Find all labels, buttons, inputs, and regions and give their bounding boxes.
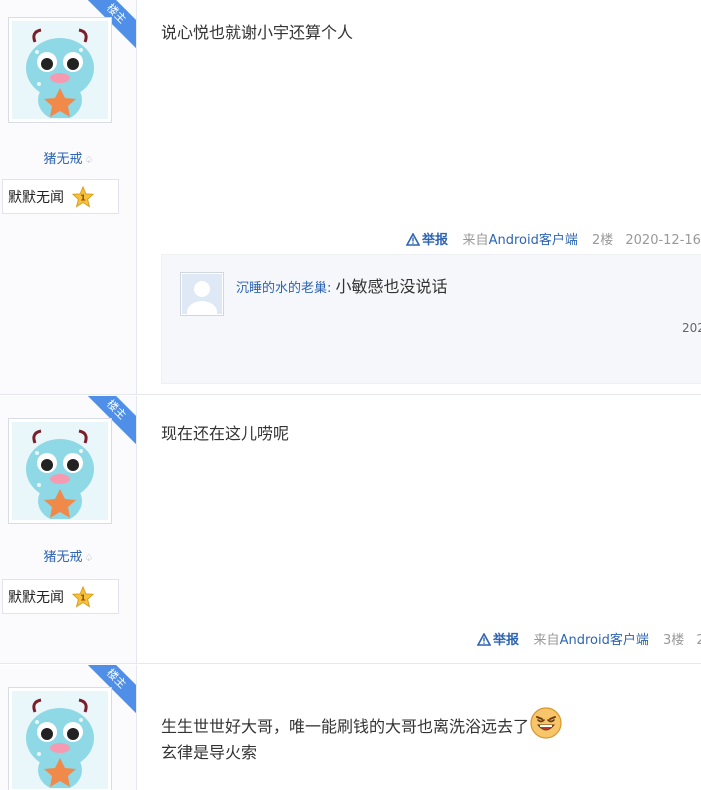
warning-icon (477, 633, 491, 646)
warning-icon (406, 233, 420, 246)
client-source: 来自Android客户端 (534, 633, 649, 648)
author-sidebar: 楼主 猪无戒 ♤ 默默无闻 1 (0, 396, 137, 663)
cartoon-avatar-icon (26, 28, 94, 118)
reply-time: 202 (682, 321, 701, 335)
reply-item: 沉睡的水的老巢: 小敏感也没说话 202 (180, 272, 701, 335)
report-label: 举报 (422, 233, 449, 248)
gender-icon: ♤ (84, 553, 94, 564)
gender-icon: ♤ (84, 155, 94, 166)
report-label: 举报 (493, 633, 520, 648)
post-text-line-1: 生生世世好大哥，唯一能刷钱的大哥也离洗浴远去了 (161, 717, 530, 736)
level-title: 默默无闻 (8, 589, 64, 606)
level-star-icon: 1 (72, 185, 94, 208)
client-link[interactable]: Android客户端 (489, 233, 578, 248)
report-link[interactable]: 举报 (406, 233, 453, 248)
post-content: 现在还在这儿唠呢 举报 来自Android客户端 3楼 2 (161, 396, 701, 663)
reply-avatar[interactable] (180, 272, 224, 316)
post-floor-4: 楼主 生生世世好大哥，唯一能刷钱的大哥也离洗浴远去了 玄律是导火索 (0, 665, 701, 790)
post-text-line-2: 玄律是导火索 (161, 743, 258, 762)
post-tail: 举报 来自Android客户端 2楼 2020-12-16 (406, 229, 701, 248)
author-name-row: 猪无戒 ♤ (0, 148, 136, 167)
grinning-emoji-icon (530, 707, 562, 739)
level-badge[interactable]: 默默无闻 1 (2, 179, 119, 214)
reply-line: 沉睡的水的老巢: 小敏感也没说话 (236, 273, 448, 297)
reply-separator: : (327, 281, 332, 296)
author-sidebar: 楼主 (0, 665, 137, 790)
author-name-link[interactable]: 猪无戒 (44, 550, 83, 565)
avatar[interactable] (8, 687, 112, 790)
reply-text: 小敏感也没说话 (335, 277, 448, 296)
avatar[interactable] (8, 17, 112, 123)
avatar[interactable] (8, 418, 112, 524)
post-text-line: 现在还在这儿唠呢 (161, 424, 290, 443)
cartoon-avatar-icon (26, 429, 94, 519)
post-content: 说心悦也就谢小宇还算个人 举报 来自Android客户端 2楼 2020-12-… (161, 0, 701, 394)
client-source: 来自Android客户端 (463, 233, 578, 248)
floor-number: 2楼 (591, 233, 614, 248)
post-floor-3: 楼主 猪无戒 ♤ 默默无闻 1 现在还在这儿唠呢 举报 来自Android客户端… (0, 396, 701, 664)
reply-user-link[interactable]: 沉睡的水的老巢 (236, 281, 327, 296)
post-floor-2: 楼主 猪无戒 ♤ 默默无闻 1 说心悦也就谢小宇还算个人 举报 来自Androi… (0, 0, 701, 395)
level-number: 1 (80, 592, 86, 602)
report-link[interactable]: 举报 (477, 633, 524, 648)
level-star-icon: 1 (72, 585, 94, 608)
post-tail: 举报 来自Android客户端 3楼 2 (477, 629, 701, 648)
reply-box: 沉睡的水的老巢: 小敏感也没说话 202 (161, 254, 701, 384)
client-prefix: 来自 (462, 233, 489, 248)
post-text-line: 说心悦也就谢小宇还算个人 (161, 23, 354, 42)
post-time: 2 (696, 633, 701, 648)
default-user-icon (187, 281, 217, 314)
post-text-line: 生生世世好大哥，唯一能刷钱的大哥也离洗浴远去了 (161, 706, 563, 740)
level-number: 1 (80, 192, 86, 202)
client-link[interactable]: Android客户端 (560, 633, 649, 648)
post-body: 说心悦也就谢小宇还算个人 (161, 20, 353, 45)
author-sidebar: 楼主 猪无戒 ♤ 默默无闻 1 (0, 0, 137, 394)
post-body: 现在还在这儿唠呢 (161, 421, 289, 446)
author-name-row: 猪无戒 ♤ (0, 546, 136, 565)
post-content: 生生世世好大哥，唯一能刷钱的大哥也离洗浴远去了 玄律是导火索 (161, 665, 701, 790)
client-prefix: 来自 (533, 633, 560, 648)
post-body: 生生世世好大哥，唯一能刷钱的大哥也离洗浴远去了 玄律是导火索 (161, 706, 563, 765)
post-time: 2020-12-16 (625, 233, 701, 248)
cartoon-avatar-icon (26, 698, 94, 788)
floor-number: 3楼 (662, 633, 685, 648)
level-badge[interactable]: 默默无闻 1 (2, 579, 119, 614)
level-title: 默默无闻 (8, 189, 64, 206)
author-name-link[interactable]: 猪无戒 (44, 152, 83, 167)
